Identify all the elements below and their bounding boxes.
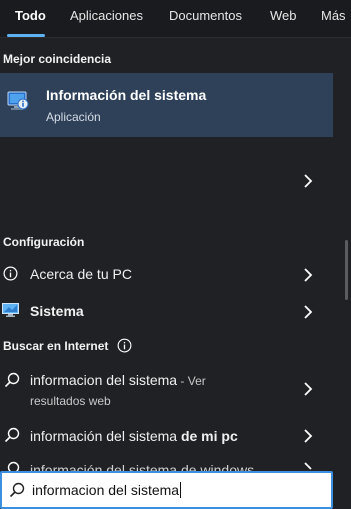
chevron-right-icon (304, 268, 313, 282)
web-result-query-bold: de mi pc (180, 428, 238, 444)
tab-all[interactable]: Todo (15, 8, 46, 23)
web-result-subtext: resultados web (30, 394, 111, 408)
tab-web[interactable]: Web (270, 8, 297, 23)
chevron-right-icon (304, 382, 313, 396)
search-icon (7, 461, 20, 471)
tab-more[interactable]: Más (321, 8, 346, 23)
info-icon (3, 266, 18, 281)
settings-item-about-pc[interactable]: Acerca de tu PC (0, 262, 333, 288)
web-result-query: información del sistema (30, 428, 181, 444)
tab-documents[interactable]: Documentos (169, 8, 242, 23)
monitor-icon (2, 303, 19, 317)
system-label: Sistema (30, 303, 84, 319)
scrollbar[interactable] (345, 40, 349, 460)
settings-heading: Configuración (3, 235, 85, 249)
web-result-suffix: - Ver (177, 374, 206, 388)
settings-item-system[interactable]: Sistema (0, 298, 333, 324)
web-result-3-partial[interactable]: información del sistema de windows (30, 462, 254, 471)
search-icon (4, 427, 20, 443)
search-icon (9, 482, 25, 498)
best-match-title: Información del sistema (46, 87, 207, 103)
tab-apps[interactable]: Aplicaciones (70, 8, 143, 23)
best-match-result[interactable]: Información del sistema Aplicación (0, 73, 333, 137)
web-search-heading-label: Buscar en Internet (3, 339, 109, 353)
search-icon (4, 372, 20, 388)
web-search-heading: Buscar en Internet (3, 339, 108, 353)
search-panel: Todo Aplicaciones Documentos Web Más Mej… (0, 0, 351, 509)
active-tab-indicator (7, 34, 45, 37)
scrollbar-thumb[interactable] (345, 240, 348, 300)
info-icon[interactable] (117, 338, 132, 353)
system-information-icon (7, 91, 29, 110)
search-box[interactable]: informacion del sistema (0, 471, 333, 509)
search-input[interactable]: informacion del sistema (32, 482, 182, 498)
chevron-right-icon[interactable] (303, 174, 313, 188)
filter-tabs: Todo Aplicaciones Documentos Web Más (0, 0, 351, 38)
best-match-heading: Mejor coincidencia (3, 52, 112, 66)
chevron-right-icon (304, 305, 313, 319)
chevron-right-icon (304, 429, 313, 443)
chevron-right-icon (304, 462, 312, 470)
web-result-2[interactable]: información del sistema de mi pc (0, 423, 333, 449)
best-match-subtitle: Aplicación (46, 110, 101, 124)
web-result-1[interactable]: informacion del sistema - Ver resultados… (0, 368, 333, 412)
about-pc-label: Acerca de tu PC (30, 266, 132, 282)
web-result-query: informacion del sistema (30, 372, 178, 388)
